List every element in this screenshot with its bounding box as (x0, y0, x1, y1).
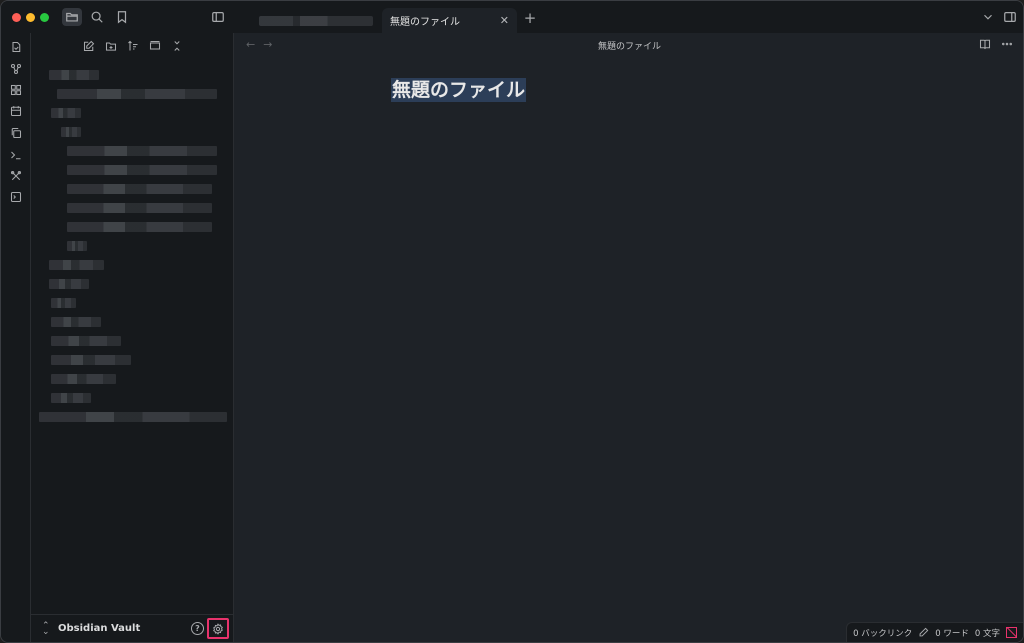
bookmark-icon (117, 11, 127, 24)
chevron-down-icon (984, 14, 992, 20)
tab-label: 無題のファイル (390, 17, 460, 28)
file-explorer-button[interactable] (62, 8, 82, 26)
file-explorer-toolbar (31, 39, 234, 59)
editor-pane: ← → 無題のファイル 無題のファイル (234, 33, 1023, 642)
help-button[interactable]: ? (191, 622, 204, 635)
new-note-icon (83, 40, 94, 52)
tree-item[interactable] (39, 350, 229, 369)
pencil-icon[interactable] (918, 627, 929, 638)
title-bar: 無題のファイル ✕ + (1, 1, 1023, 33)
close-window-button[interactable] (12, 13, 21, 22)
templates-button[interactable] (8, 125, 23, 140)
more-options-icon[interactable] (1001, 38, 1013, 50)
tree-item[interactable] (39, 217, 229, 236)
canvas-button[interactable] (8, 82, 23, 97)
tree-item[interactable] (39, 84, 229, 103)
tree-item[interactable] (39, 65, 229, 84)
app-window: 無題のファイル ✕ + ⌃ ⌄ Obsidian Vault ? ← → 無題の… (0, 0, 1024, 643)
toggle-right-sidebar-button[interactable] (1000, 8, 1020, 26)
terminal-prompt-icon (10, 151, 20, 159)
file-tree (39, 65, 229, 426)
tree-item[interactable] (39, 160, 229, 179)
canvas-icon (10, 84, 21, 95)
new-note-button[interactable] (82, 39, 96, 53)
auto-reveal-button[interactable] (148, 39, 162, 53)
tree-item[interactable] (39, 103, 229, 122)
quick-switcher-icon (11, 41, 20, 52)
sidebar-left-icon (212, 12, 224, 22)
vault-name[interactable]: Obsidian Vault (58, 623, 140, 634)
tab-close-icon[interactable]: ✕ (500, 14, 509, 27)
new-tab-button[interactable]: + (522, 9, 538, 27)
tab-blurred[interactable] (251, 8, 381, 33)
reading-view-icon[interactable] (979, 38, 991, 50)
sort-icon (127, 40, 137, 51)
sort-button[interactable] (126, 39, 140, 53)
search-icon (91, 11, 103, 23)
terminal-button[interactable] (8, 189, 23, 204)
tree-item[interactable] (39, 388, 229, 407)
tree-item[interactable] (39, 198, 229, 217)
copy-icon (11, 127, 21, 138)
tree-item[interactable] (39, 122, 229, 141)
calendar-icon (10, 105, 21, 116)
status-bar: 0 バックリンク 0 ワード 0 文字 (846, 622, 1023, 642)
ribbon (1, 33, 31, 642)
tree-item[interactable] (39, 236, 229, 255)
inline-title[interactable]: 無題のファイル (391, 78, 527, 102)
quick-switcher-button[interactable] (8, 39, 23, 54)
search-button[interactable] (87, 8, 107, 26)
tree-item[interactable] (39, 141, 229, 160)
tree-item[interactable] (39, 179, 229, 198)
tree-item[interactable] (39, 274, 229, 293)
tree-item[interactable] (39, 255, 229, 274)
gear-icon (213, 622, 223, 635)
backlinks-count[interactable]: 0 バックリンク (853, 627, 912, 639)
vault-switcher-bar: ⌃ ⌄ Obsidian Vault ? (31, 614, 234, 642)
tree-item[interactable] (39, 293, 229, 312)
graph-view-icon (10, 63, 21, 74)
view-actions (979, 38, 1013, 50)
graph-view-button[interactable] (8, 61, 23, 76)
new-folder-button[interactable] (104, 39, 118, 53)
tree-item[interactable] (39, 331, 229, 350)
tab-list-button[interactable] (978, 8, 998, 26)
char-count: 0 文字 (974, 628, 1000, 639)
blurred-tab-label (259, 15, 373, 26)
tab-untitled[interactable]: 無題のファイル ✕ (382, 8, 517, 33)
tree-item[interactable] (39, 369, 229, 388)
tree-item-selected[interactable] (39, 407, 229, 426)
bookmarks-button[interactable] (112, 8, 132, 26)
minimize-window-button[interactable] (26, 13, 35, 22)
sync-status-icon[interactable] (1006, 627, 1017, 638)
command-palette-button[interactable] (8, 147, 23, 162)
tree-item[interactable] (39, 312, 229, 331)
settings-button[interactable] (207, 618, 229, 639)
zoom-window-button[interactable] (40, 13, 49, 22)
view-header-title[interactable]: 無題のファイル (234, 39, 1023, 52)
toggle-left-sidebar-button[interactable] (208, 8, 228, 26)
daily-notes-button[interactable] (8, 103, 23, 118)
tools-button[interactable] (8, 168, 23, 183)
collapse-icon (149, 40, 160, 50)
collapse-all-button[interactable] (170, 39, 184, 53)
close-all-icon (173, 41, 180, 51)
word-count: 0 ワード (935, 628, 969, 639)
folder-icon (66, 12, 78, 22)
new-folder-icon (105, 42, 116, 51)
file-explorer-sidebar: ⌃ ⌄ Obsidian Vault ? (31, 33, 234, 642)
tools-icon (10, 170, 21, 180)
terminal-icon (10, 191, 21, 202)
sidebar-right-icon (1004, 12, 1016, 22)
vault-switch-icon[interactable]: ⌃ ⌄ (42, 622, 50, 637)
